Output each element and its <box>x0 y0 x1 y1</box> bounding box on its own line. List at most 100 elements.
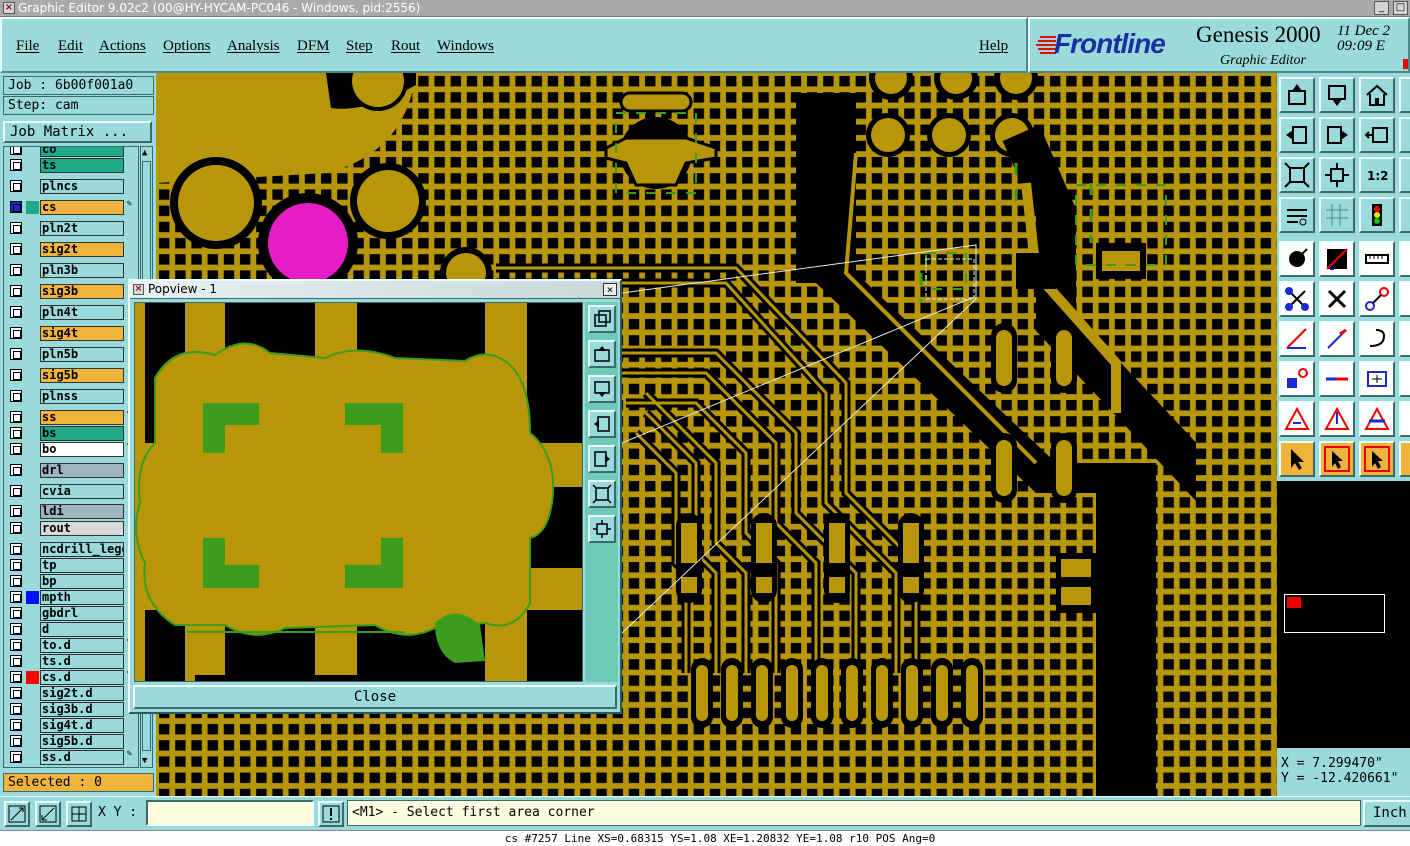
menu-options[interactable]: Options <box>163 38 211 55</box>
layer-name[interactable]: cvia <box>40 484 124 499</box>
popview-app-icon[interactable]: × <box>133 284 144 295</box>
layer-name[interactable]: sig2t <box>40 242 124 257</box>
layer-name[interactable]: sig3b <box>40 284 124 299</box>
toolbox-button[interactable] <box>1399 197 1410 233</box>
fit-all-button[interactable] <box>1279 157 1315 193</box>
popview-pan-down-icon[interactable] <box>588 375 616 403</box>
layer-visibility-checkbox[interactable] <box>10 201 22 213</box>
layer-name[interactable]: plncs <box>40 179 124 194</box>
toolbox-button[interactable] <box>1399 241 1410 277</box>
overview-map[interactable] <box>1277 481 1410 748</box>
draw-mode-icon[interactable] <box>35 801 61 827</box>
layer-name[interactable]: to.d <box>40 638 124 653</box>
toolbox-button[interactable] <box>1399 281 1410 317</box>
triangle-outline-button[interactable] <box>1319 401 1355 437</box>
layer-name[interactable]: mpth <box>40 590 124 605</box>
layer-name[interactable]: bp <box>40 574 124 589</box>
menu-dfm[interactable]: DFM <box>297 38 330 55</box>
layer-row[interactable]: ss.d ✎ <box>4 749 134 765</box>
layer-visibility-checkbox[interactable] <box>10 369 22 381</box>
layer-name[interactable]: tp <box>40 558 124 573</box>
popview-pan-up-icon[interactable] <box>588 340 616 368</box>
menu-edit[interactable]: Edit <box>58 38 83 55</box>
layer-name[interactable]: ts.d <box>40 654 124 669</box>
minimize-button[interactable]: _ <box>1374 1 1389 15</box>
layer-visibility-checkbox[interactable] <box>10 639 22 651</box>
layer-name[interactable]: pln2t <box>40 221 124 236</box>
layer-visibility-checkbox[interactable] <box>10 559 22 571</box>
edit-rect-button[interactable] <box>1319 241 1355 277</box>
arc-tool-button[interactable] <box>1359 321 1395 357</box>
layer-visibility-checkbox[interactable] <box>10 485 22 497</box>
popview-close-icon[interactable]: × <box>603 283 617 296</box>
layer-row[interactable]: sig3b.d <box>4 701 134 717</box>
scroll-down-icon[interactable]: ▼ <box>142 756 147 766</box>
menu-step[interactable]: Step <box>346 38 373 55</box>
layer-visibility-checkbox[interactable] <box>10 427 22 439</box>
layer-row[interactable]: pln2t <box>4 220 134 236</box>
home-button[interactable] <box>1359 77 1395 113</box>
layer-row[interactable]: gbdrl <box>4 605 134 621</box>
popview-canvas[interactable] <box>134 302 583 682</box>
layer-visibility-checkbox[interactable] <box>10 222 22 234</box>
layer-visibility-checkbox[interactable] <box>10 655 22 667</box>
layer-visibility-checkbox[interactable] <box>10 591 22 603</box>
layer-visibility-checkbox[interactable] <box>10 543 22 555</box>
layer-name[interactable]: ldi <box>40 504 124 519</box>
popview-pan-right-icon[interactable] <box>588 445 616 473</box>
layer-visibility-checkbox[interactable] <box>10 719 22 731</box>
layer-name[interactable]: pln5b <box>40 347 124 362</box>
layer-row[interactable]: sig2t <box>4 241 134 257</box>
layer-row[interactable]: co <box>4 147 134 157</box>
layer-row[interactable]: rout <box>4 520 134 536</box>
move-nodes-button[interactable] <box>1279 281 1315 317</box>
layer-visibility-checkbox[interactable] <box>10 735 22 747</box>
layer-name[interactable]: sig5b <box>40 368 124 383</box>
layer-visibility-checkbox[interactable] <box>10 575 22 587</box>
xy-input[interactable] <box>146 800 314 826</box>
layer-name[interactable]: ss.d <box>40 750 124 765</box>
layer-visibility-checkbox[interactable] <box>10 306 22 318</box>
toolbox-button[interactable] <box>1399 117 1410 153</box>
popview-titlebar[interactable]: × Popview - 1 <box>130 281 620 299</box>
layer-visibility-checkbox[interactable] <box>10 285 22 297</box>
layer-name[interactable]: ss <box>40 410 124 425</box>
line-red-button[interactable] <box>1319 361 1355 397</box>
menu-file[interactable]: File <box>16 38 39 55</box>
layer-visibility-checkbox[interactable] <box>10 180 22 192</box>
menu-analysis[interactable]: Analysis <box>227 38 280 55</box>
layer-row[interactable]: tp <box>4 557 134 573</box>
popview-window-icon[interactable] <box>588 305 616 333</box>
menu-windows[interactable]: Windows <box>437 38 494 55</box>
layer-row[interactable]: ncdrill_lege <box>4 541 134 557</box>
layer-name[interactable]: sig5b.d <box>40 734 124 749</box>
toolbox-button[interactable] <box>1399 401 1410 437</box>
measure-button[interactable] <box>1279 241 1315 277</box>
ruler-button[interactable] <box>1359 241 1395 277</box>
menu-actions[interactable]: Actions <box>99 38 146 55</box>
layer-visibility-checkbox[interactable] <box>10 159 22 171</box>
layer-row[interactable]: sig4t <box>4 325 134 341</box>
grid-snap-icon[interactable] <box>66 801 92 827</box>
layer-visibility-checkbox[interactable] <box>10 505 22 517</box>
layer-name[interactable]: bo <box>40 442 124 457</box>
layer-name[interactable]: sig2t.d <box>40 686 124 701</box>
layer-row[interactable]: cs.d✎ <box>4 669 134 685</box>
layer-row[interactable]: plncs <box>4 178 134 194</box>
layer-name[interactable]: pln4t <box>40 305 124 320</box>
menu-help[interactable]: Help <box>979 38 1008 55</box>
triangle-a-button[interactable] <box>1359 401 1395 437</box>
pan-right-button[interactable] <box>1319 117 1355 153</box>
maximize-button[interactable]: □ <box>1393 1 1408 15</box>
layer-visibility-checkbox[interactable] <box>10 411 22 423</box>
layer-row[interactable]: pln4t <box>4 304 134 320</box>
layer-row[interactable]: ts <box>4 157 134 173</box>
alert-icon[interactable] <box>318 801 344 827</box>
layer-name[interactable]: ts <box>40 158 124 173</box>
toolbox-button[interactable] <box>1399 77 1410 113</box>
layer-name[interactable]: bs <box>40 426 124 441</box>
layer-visibility-checkbox[interactable] <box>10 522 22 534</box>
layer-visibility-checkbox[interactable] <box>10 703 22 715</box>
layer-name[interactable]: d <box>40 622 124 637</box>
layer-name[interactable]: plnss <box>40 389 124 404</box>
